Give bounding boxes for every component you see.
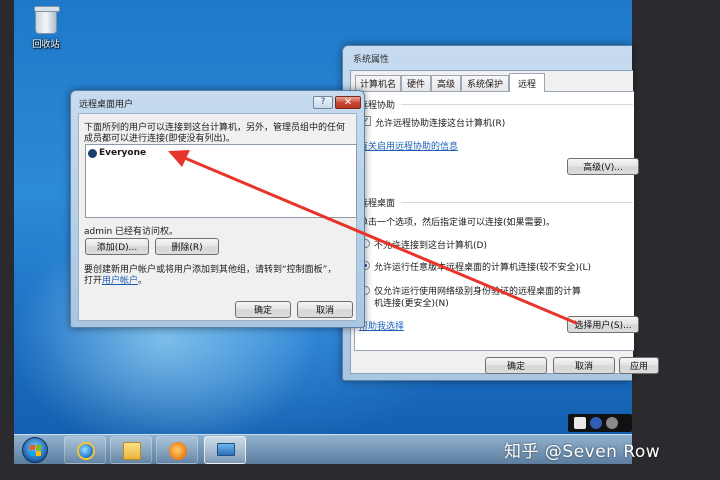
dialog-description-line2: 成员都可以进行连接(即使没有列出)。 bbox=[84, 134, 236, 144]
tab-computer-name[interactable]: 计算机名 bbox=[355, 75, 401, 91]
remove-user-button[interactable]: 删除(R) bbox=[155, 238, 219, 255]
screen-frame-left bbox=[0, 0, 14, 480]
tray-icon[interactable] bbox=[606, 417, 618, 429]
remote-desktop-users-dialog: 远程桌面用户 ? ✕ 下面所列的用户可以连接到这台计算机，另外，管理员组中的任何… bbox=[70, 90, 365, 328]
help-icon[interactable]: ? bbox=[313, 96, 333, 109]
tab-hardware[interactable]: 硬件 bbox=[401, 75, 431, 91]
internet-explorer-icon bbox=[77, 442, 95, 460]
dialog-title: 远程桌面用户 bbox=[79, 100, 134, 110]
allow-remote-assistance-label: 允许远程协助连接这台计算机(R) bbox=[375, 119, 506, 129]
footer-text-prefix: 打开 bbox=[84, 276, 103, 286]
group-divider bbox=[401, 202, 633, 203]
remote-assistance-info-link[interactable]: 有关启用远程协助的信息 bbox=[359, 139, 458, 152]
screen-frame-bottom bbox=[0, 464, 720, 480]
footer-text-suffix: 。 bbox=[138, 276, 148, 286]
window-title: 系统属性 bbox=[353, 55, 390, 65]
user-accounts-link[interactable]: 用户帐户 bbox=[102, 276, 138, 286]
tab-remote[interactable]: 远程 bbox=[509, 73, 545, 92]
select-users-button[interactable]: 选择用户(S)... bbox=[567, 316, 639, 333]
user-name: Everyone bbox=[99, 148, 147, 158]
window-body: 计算机名 硬件 高级 系统保护 远程 远程协助 ✓ 允许远程协助连接这台计算机(… bbox=[350, 70, 659, 374]
media-player-icon bbox=[169, 442, 187, 460]
cancel-button[interactable]: 取消 bbox=[297, 301, 353, 318]
group-divider bbox=[401, 104, 633, 105]
recycle-bin[interactable]: 回收站 bbox=[24, 6, 68, 50]
ok-button[interactable]: 确定 bbox=[235, 301, 291, 318]
radio-nla-only-label-line2: 机连接(更安全)(N) bbox=[374, 299, 449, 309]
system-properties-window: 系统属性 计算机名 硬件 高级 系统保护 远程 远程协助 ✓ 允许远程协助连接这… bbox=[342, 45, 659, 381]
add-user-button[interactable]: 添加(D)... bbox=[85, 238, 149, 255]
users-list[interactable]: Everyone bbox=[85, 144, 357, 218]
cancel-button[interactable]: 取消 bbox=[553, 357, 615, 374]
windows-logo-icon bbox=[30, 445, 42, 457]
users-group-icon bbox=[88, 148, 97, 158]
tray-icons bbox=[568, 414, 632, 432]
advanced-button[interactable]: 高级(V)... bbox=[567, 158, 639, 175]
access-status-text: admin 已经有访问权。 bbox=[84, 227, 179, 237]
taskbar-media-player[interactable] bbox=[156, 436, 198, 464]
watermark: 知乎 @Seven Row bbox=[504, 442, 661, 462]
taskbar-remote-desktop[interactable] bbox=[204, 436, 246, 464]
apply-button[interactable]: 应用 bbox=[619, 357, 659, 374]
remote-desktop-instruction: 单击一个选项，然后指定谁可以连接(如果需要)。 bbox=[359, 218, 556, 228]
folder-icon bbox=[123, 442, 141, 460]
help-me-choose-link[interactable]: 帮助我选择 bbox=[359, 319, 404, 332]
tab-system-protection[interactable]: 系统保护 bbox=[461, 75, 509, 91]
help-icon[interactable] bbox=[590, 417, 602, 429]
recycle-bin-label: 回收站 bbox=[32, 40, 60, 50]
computer-icon bbox=[217, 443, 235, 456]
taskbar-internet-explorer[interactable] bbox=[64, 436, 106, 464]
recycle-bin-icon bbox=[34, 6, 60, 34]
taskbar-windows-explorer[interactable] bbox=[110, 436, 152, 464]
tab-advanced[interactable]: 高级 bbox=[431, 75, 461, 91]
radio-deny-connections-label: 不允许连接到这台计算机(D) bbox=[374, 241, 487, 251]
start-button[interactable] bbox=[22, 437, 48, 463]
footer-text-line2: 打开用户帐户。 bbox=[84, 273, 147, 286]
screen-frame-right bbox=[632, 0, 720, 480]
dialog-body: 下面所列的用户可以连接到这台计算机，另外，管理员组中的任何 成员都可以进行连接(… bbox=[78, 113, 357, 321]
radio-allow-any-version-label: 允许运行任意版本远程桌面的计算机连接(较不安全)(L) bbox=[374, 263, 592, 273]
tray-icon[interactable] bbox=[574, 417, 586, 429]
ok-button[interactable]: 确定 bbox=[485, 357, 547, 374]
remote-tab-panel: 远程协助 ✓ 允许远程协助连接这台计算机(R) 有关启用远程协助的信息 高级(V… bbox=[354, 91, 639, 351]
list-item[interactable]: Everyone bbox=[88, 148, 146, 159]
close-icon[interactable]: ✕ bbox=[335, 96, 361, 109]
